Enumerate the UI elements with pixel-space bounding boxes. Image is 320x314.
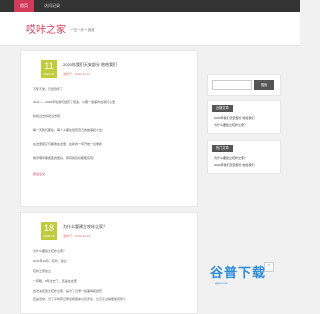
sidebar-search-widget: 搜索 (207, 74, 281, 96)
post-paragraph: 哎咔之家建立 (33, 269, 52, 273)
site-title[interactable]: 哎咔之家 (26, 21, 66, 36)
post-date-badge: 18 2020-10 (41, 222, 57, 240)
post-day: 18 (43, 223, 54, 233)
post-paragraph: 哈哈过去的就过去吧 (33, 114, 61, 118)
post-paragraph: 2011年10月，哎咔，建立 (33, 259, 67, 263)
widget-title: 近期文章 (212, 105, 233, 112)
post-title[interactable]: 为什么要建立哎咔之家？ (63, 224, 107, 230)
post-paragraph: 还是当中，为了平时有记录点和留言以及评论，让日子过得更加有意义 (33, 297, 127, 301)
sidebar-link[interactable]: 为什么要建立哎咔之家？ (214, 123, 247, 127)
sidebar-recent-widget: 近期文章 2020年我们天安部分 哈哈我们 为什么要建立哎咔之家？ (207, 100, 281, 134)
site-header: 哎咔之家 一位一步一追逐 (0, 12, 300, 46)
sidebar-popular-widget: 热门文章 为什么要建立哎咔之家？ 2020年我们天安部分 哈哈我们 (207, 140, 281, 174)
sidebar-link[interactable]: 为什么要建立哎咔之家？ (214, 156, 247, 160)
post-paragraph: 这次决定建立哎咔之家，是为了记录一些事情和经历 (33, 289, 103, 293)
search-button[interactable]: 搜索 (254, 80, 274, 90)
site-tagline: 一位一步一追逐 (70, 28, 95, 32)
post-paragraph: 在这里把它们都收在这里，在新的一年开始一切重新 (33, 142, 103, 146)
nav-item-home[interactable]: 首页 (14, 0, 34, 12)
watermark-logo: 谷普下载 (210, 266, 267, 281)
post-month: 2020-11 (43, 72, 55, 76)
post-paragraph: 一转眼，8年过去了，还是在这里 (33, 279, 77, 283)
sidebar-link[interactable]: 2020年我们天安部分 哈哈我们 (214, 116, 255, 120)
post-card: 11 2020-11 2020年我们天安部分 哈哈我们 发布于：2020-11-… (20, 50, 198, 207)
sidebar-link[interactable]: 2020年我们天安部分 哈哈我们 (214, 163, 255, 167)
post-month: 2020-10 (43, 234, 55, 238)
post-meta: 发布于：2020-10-18 (63, 234, 91, 238)
watermark-subtext: ggpu.com (215, 281, 229, 285)
post-paragraph: 每一天我们都在，每个人都在经历自己的故事和人生！ (33, 128, 106, 132)
post-paragraph: 希望明年都能变的更好，所有的目标都能实现！ (33, 156, 97, 160)
post-card: 18 2020-10 为什么要建立哎咔之家？ 发布于：2020-10-18 为什… (20, 212, 198, 314)
post-paragraph: 不知不觉，已经到年了 (33, 87, 64, 91)
read-more-link[interactable]: 阅读全文 (33, 172, 45, 176)
post-paragraph: 2011——2020年哈我们经历了很多，以哪一些事件在我们心里 (33, 100, 116, 104)
post-meta: 发布于：2020-11-11 (63, 72, 90, 76)
post-day: 11 (44, 61, 54, 71)
widget-title: 热门文章 (212, 145, 233, 152)
top-nav-bar: 首页 访问记录 (0, 0, 300, 12)
search-input[interactable] (212, 80, 252, 90)
post-date-badge: 11 2020-11 (41, 60, 57, 78)
nav-item-visit-log[interactable]: 访问记录 (38, 0, 66, 12)
post-paragraph: 为什么要建立哎咔之家？ (33, 249, 67, 253)
post-title[interactable]: 2020年我们天安部分 哈哈我们 (63, 62, 117, 68)
